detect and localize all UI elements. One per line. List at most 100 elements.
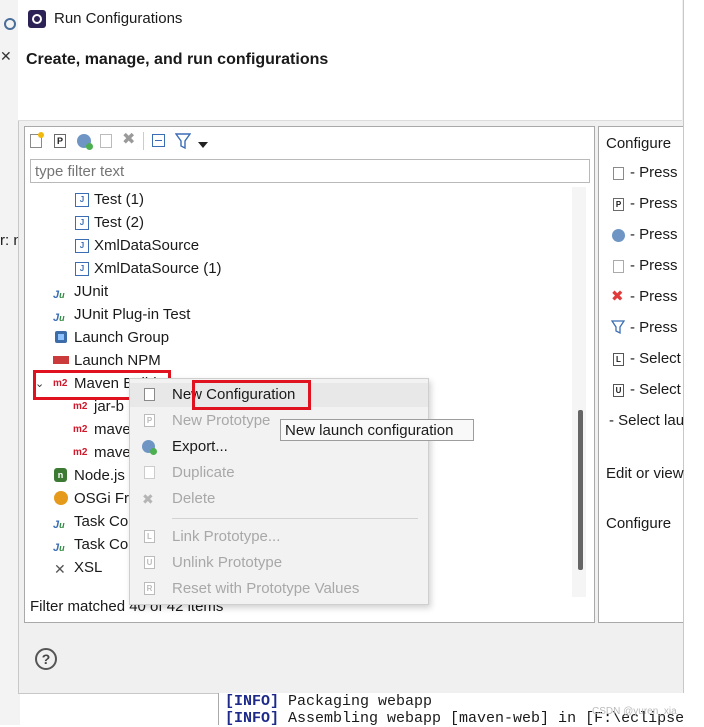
right-edit-text: Edit or view [606,465,684,482]
tree-item[interactable]: Launch NPM [25,350,325,372]
collapse-all-icon[interactable] [152,134,165,147]
toolbar: P ✖ [30,132,230,150]
right-row: - Select lau [609,412,685,429]
delete-icon: ✖ [142,491,154,507]
export-icon [142,440,157,455]
tree-item[interactable]: J XmlDataSource [25,235,325,257]
new-prototype-icon: P [144,414,155,427]
osgi-icon [54,491,68,505]
menu-dropdown-icon[interactable] [198,136,208,148]
filter-icon [610,319,626,335]
junit-config-icon: J [75,216,89,230]
context-menu: New Configuration P New Prototype Export… [129,378,429,605]
tree-item-label: Test (2) [94,214,145,231]
tree-item[interactable]: Launch Group [25,327,325,349]
eclipse-icon [28,10,46,28]
right-row: - Press [630,226,678,243]
tree-item-label: XmlDataSource (1) [94,260,222,277]
tree-item-label: Launch Group [74,329,170,346]
tree-item-label: JUnit Plug-in Test [74,306,191,323]
tree-item-label: Test (1) [94,191,145,208]
maven-m2-icon: m2 [73,447,88,458]
right-configure-text: Configure [606,515,672,532]
new-prototype-icon[interactable]: P [54,134,66,148]
tree-item-label: XSL [74,559,103,576]
background-window [0,0,20,725]
export-icon[interactable] [77,134,93,150]
launch-group-icon [55,331,67,343]
tree-item-label: mave [94,421,131,438]
right-row: - Press [630,288,678,305]
new-config-icon [144,388,155,401]
new-config-icon [613,167,624,180]
menu-item-delete[interactable]: ✖ Delete [130,487,428,511]
details-pane: Configure - Press P - Press - Press - Pr… [598,126,685,623]
right-row: - Press [630,319,678,336]
tree-item[interactable]: J Test (1) [25,189,325,211]
watermark: CSDN @yuren_xia [592,706,677,717]
tree-item[interactable]: Ju JUnit [25,281,325,303]
xsl-icon: ✕ [54,561,66,577]
new-configuration-highlight [192,380,311,410]
console-line: [INFO] Packaging webapp [225,693,433,710]
task-context-icon: Ju [53,542,65,554]
menu-item-duplicate[interactable]: Duplicate [130,461,428,485]
maven-m2-icon: m2 [73,401,88,412]
link-prototype-icon: L [144,530,155,543]
window-title: Run Configurations [54,10,183,27]
task-context-icon: Ju [53,519,65,531]
banner-title: Create, manage, and run configurations [26,51,329,68]
delete-icon: ✖ [611,288,624,305]
right-row: - Select [630,381,681,398]
nodejs-icon: n [54,468,67,482]
junit-config-icon: J [75,193,89,207]
filter-icon[interactable] [174,132,192,150]
duplicate-icon [144,466,155,479]
menu-item-reset-prototype[interactable]: R Reset with Prototype Values [130,577,428,601]
tree-item-label: Launch NPM [74,352,161,369]
tooltip: New launch configuration [280,419,474,441]
duplicate-icon[interactable] [100,134,112,148]
tree-item-label: Task Co [74,536,129,553]
tree-item-label: mave [94,444,131,461]
tree-item[interactable]: J XmlDataSource (1) [25,258,325,280]
duplicate-icon [613,260,624,273]
menu-item-link-prototype[interactable]: L Link Prototype... [130,525,428,549]
tree-item[interactable]: Ju JUnit Plug-in Test [25,304,325,326]
filter-input[interactable] [30,159,590,183]
right-row: - Press [630,164,678,181]
new-config-icon[interactable] [30,132,44,148]
toolbar-separator [143,132,144,150]
tree-scrollbar-thumb[interactable] [578,410,583,570]
reset-prototype-icon: R [144,582,155,595]
export-icon [612,229,625,242]
tree-item-label: OSGi Fr [74,490,129,507]
link-prototype-icon: L [613,353,624,366]
tree-item-label: Node.js [74,467,125,484]
junit-plugin-icon: Ju [53,312,65,324]
bg-icon [4,18,16,30]
tree-item-label: Task Co [74,513,129,530]
unlink-prototype-icon: U [144,556,155,569]
tree-item[interactable]: J Test (2) [25,212,325,234]
delete-icon[interactable]: ✖ [122,132,136,148]
unlink-prototype-icon: U [613,384,624,397]
right-row: - Press [630,195,678,212]
junit-config-icon: J [75,239,89,253]
dialog-banner: Create, manage, and run configurations [18,38,682,121]
junit-config-icon: J [75,262,89,276]
help-icon[interactable]: ? [35,648,57,670]
right-row: - Select [630,350,681,367]
tree-item-label: JUnit [74,283,109,300]
menu-separator [172,518,418,519]
right-row: - Press [630,257,678,274]
tree-item-label: XmlDataSource [94,237,200,254]
right-heading: Configure [606,135,672,152]
title-bar: Run Configurations [18,0,682,38]
new-prototype-icon: P [613,198,624,211]
maven-m2-icon: m2 [73,424,88,435]
junit-icon: Ju [53,289,65,301]
npm-icon [53,356,69,364]
bg-close-icon: ✕ [0,48,12,64]
menu-item-unlink-prototype[interactable]: U Unlink Prototype [130,551,428,575]
